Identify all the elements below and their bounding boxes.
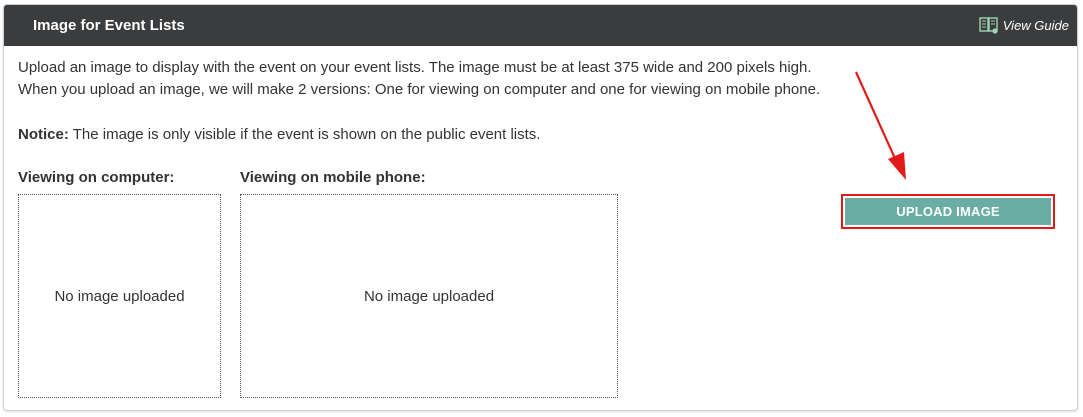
annotation-arrow (854, 71, 906, 180)
